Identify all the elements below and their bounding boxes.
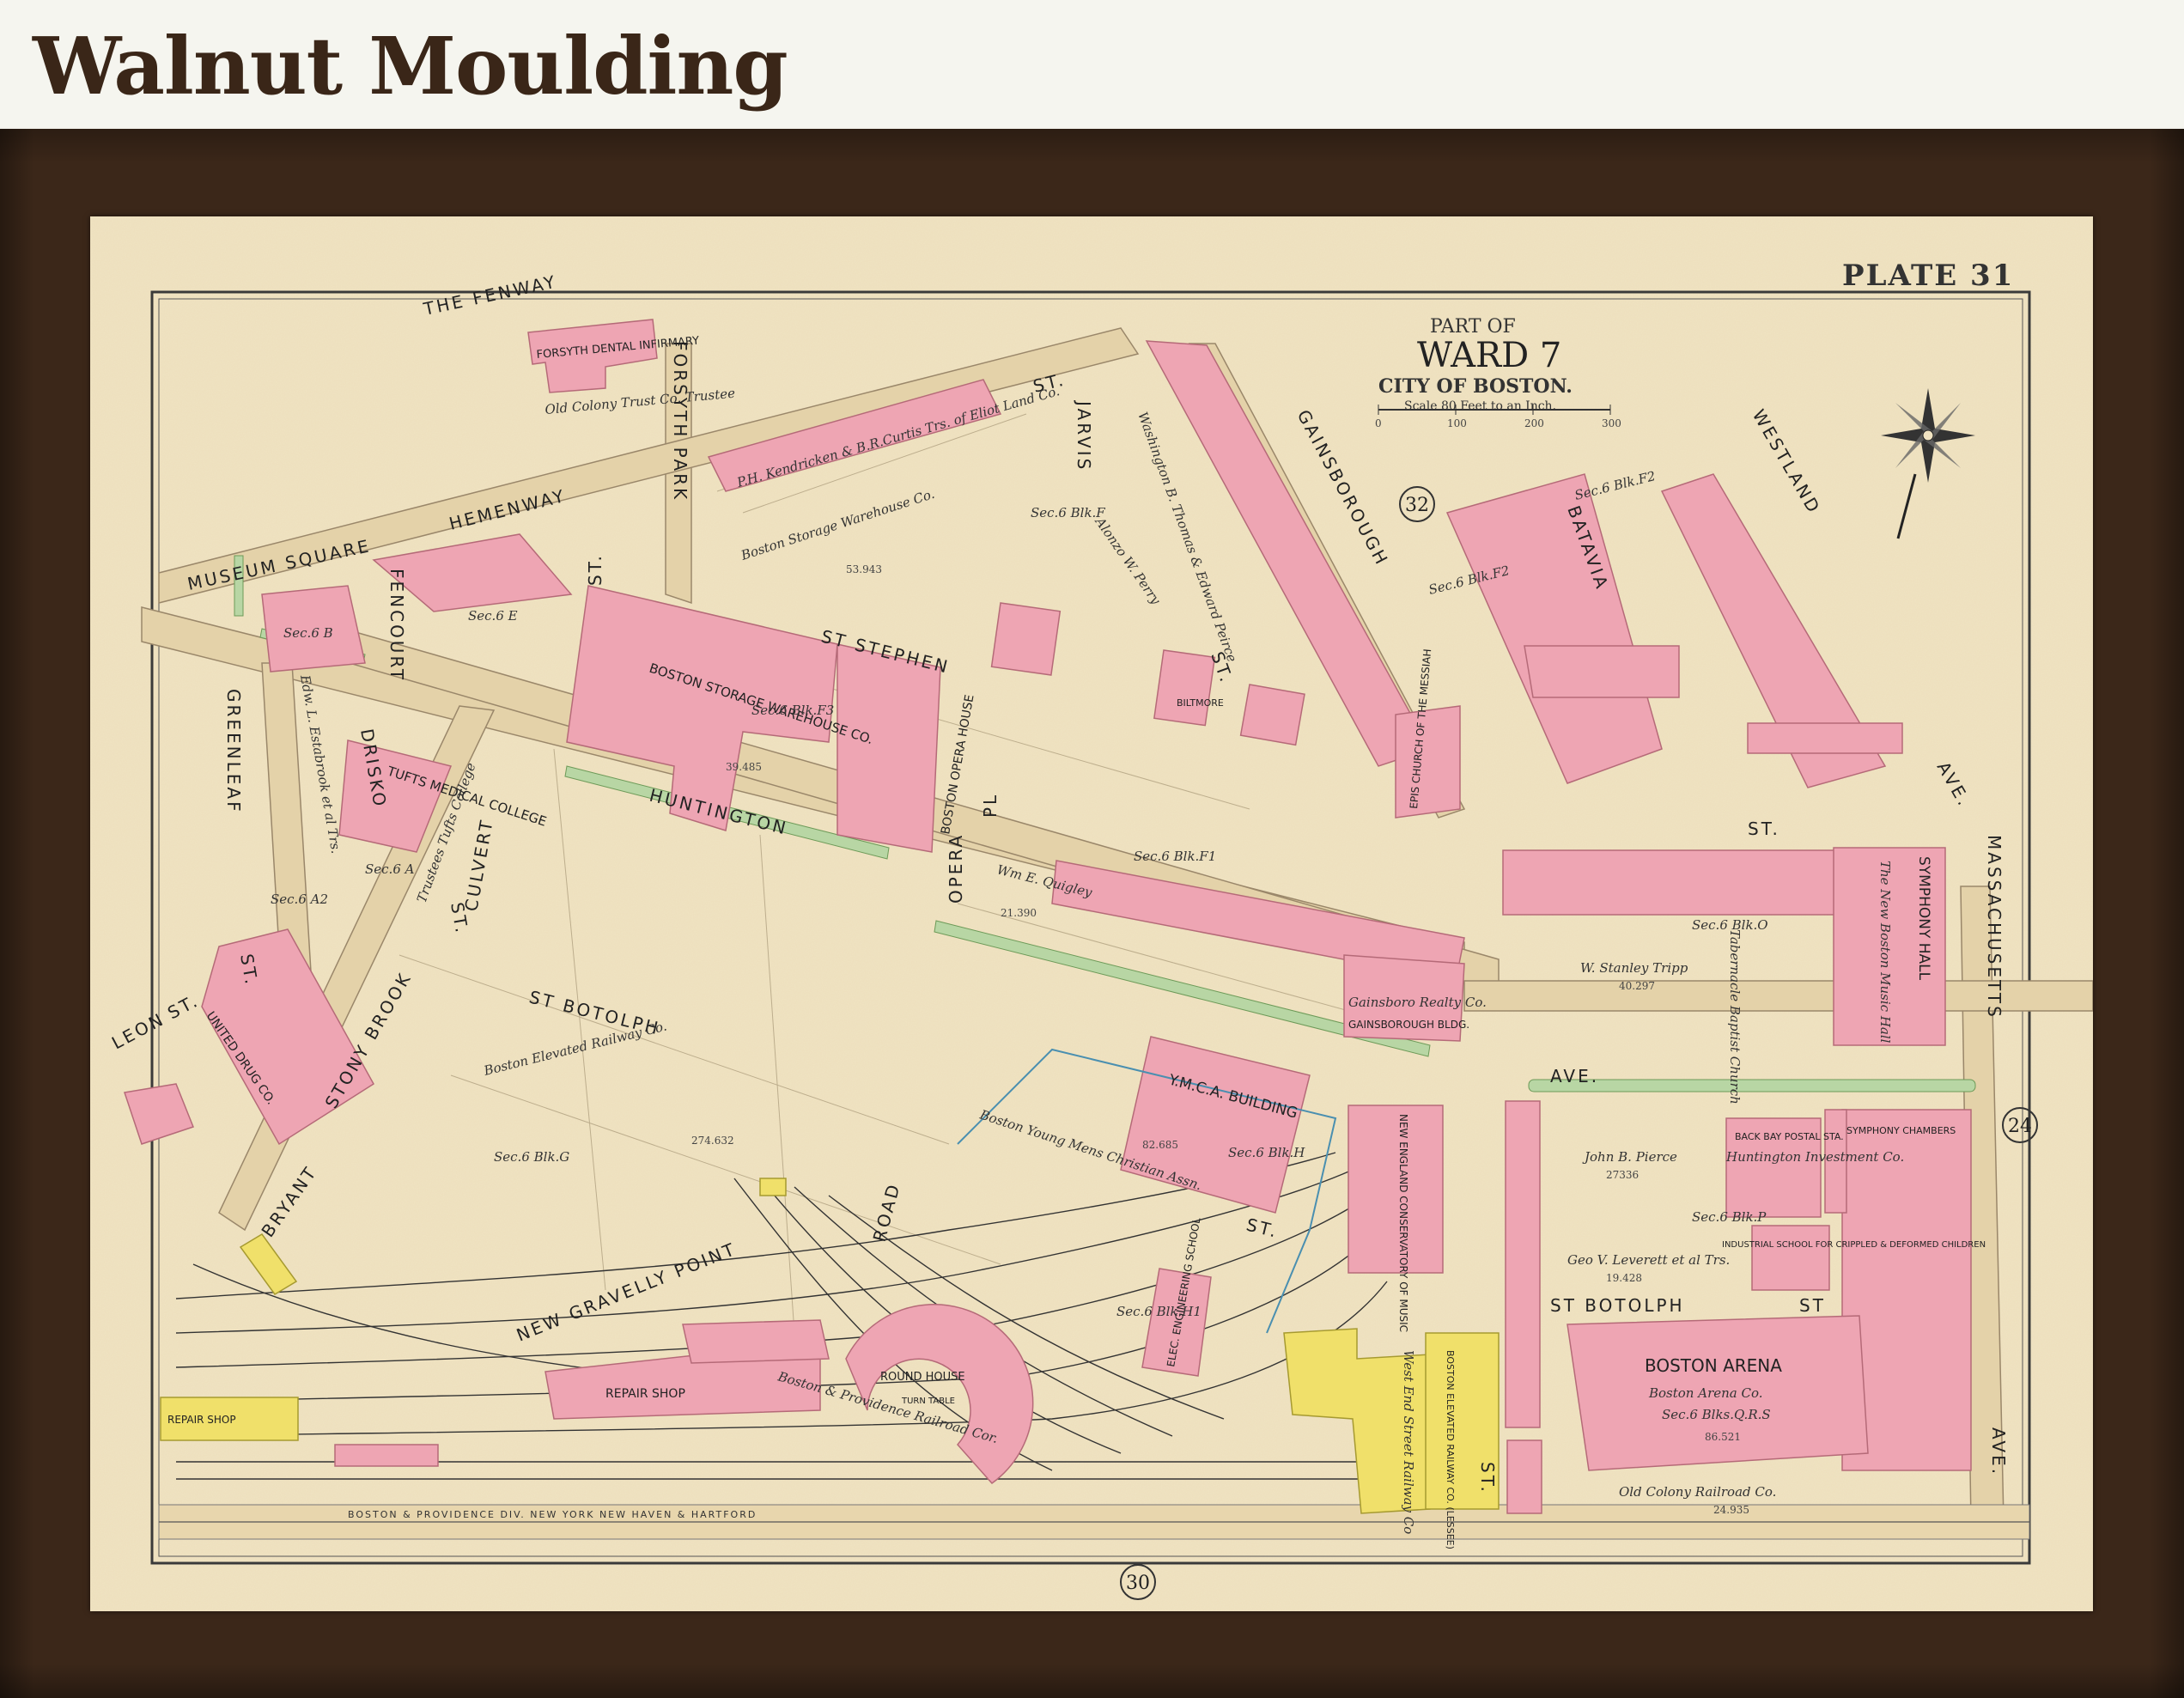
sec-6a2: Sec.6 A2: [271, 892, 328, 907]
title-city: CITY OF BOSTON.: [1378, 375, 1573, 398]
street-pl: PL: [980, 793, 1001, 818]
title-part-of: PART OF: [1430, 316, 1516, 338]
label-symphony-chambers: SYMPHONY CHAMBERS: [1846, 1125, 1956, 1136]
label-industrial-school: INDUSTRIAL SCHOOL FOR CRIPPLED & DEFORME…: [1722, 1240, 1986, 1250]
scale-tick-1: 100: [1447, 417, 1467, 429]
street-st-gains-end: ST.: [1748, 819, 1780, 839]
street-opera: OPERA: [946, 833, 966, 904]
ward-circle-label: 32: [1405, 495, 1429, 516]
street-fencourt: FENCOURT: [386, 569, 407, 682]
plate-number: PLATE 31: [1842, 259, 2014, 293]
scale-tick-3: 300: [1602, 417, 1621, 429]
sec-6h1: Sec.6 Blk.H1: [1116, 1304, 1202, 1319]
sec-6f1: Sec.6 Blk.F1: [1134, 849, 1216, 864]
adjacent-plate-right: 24: [2008, 1116, 2032, 1137]
page-title: Walnut Moulding: [33, 20, 788, 113]
adjacent-plate-bottom: 30: [1126, 1573, 1150, 1594]
label-huntington-investment: Huntington Investment Co.: [1725, 1149, 1904, 1165]
owner-old-colony-rr: Old Colony Railroad Co.: [1619, 1484, 1776, 1500]
sec-6b: Sec.6 B: [283, 625, 333, 641]
label-repair-shop: REPAIR SHOP: [605, 1387, 685, 1401]
label-back-bay-postal: BACK BAY POSTAL STA.: [1735, 1131, 1844, 1142]
sec-6o: Sec.6 Blk.O: [1692, 917, 1768, 933]
label-boston-arena-owner: Boston Arena Co.: [1648, 1385, 1763, 1401]
map-print[interactable]: 0 100 200 300 PLATE 31 PART OF WARD 7 CI…: [90, 216, 2093, 1611]
sec-6g: Sec.6 Blk.G: [494, 1149, 569, 1165]
area-quigley: 21.390: [1001, 907, 1037, 919]
scale-tick-0: 0: [1375, 417, 1382, 429]
sec-6h: Sec.6 Blk.H: [1228, 1145, 1305, 1160]
sec-6f3: Sec.6 Blk.F3: [751, 703, 834, 718]
owner-stanley-tripp: W. Stanley Tripp: [1580, 960, 1688, 976]
scale-text: Scale 80 Feet to an Inch.: [1404, 399, 1556, 413]
label-conservatory: NEW ENGLAND CONSERVATORY OF MUSIC: [1397, 1114, 1409, 1332]
street-forsyth-park: FORSYTH PARK: [670, 341, 690, 502]
street-st-botolph-right: ST BOTOLPH: [1550, 1295, 1685, 1316]
owner-geo-leverett: Geo V. Leverett et al Trs.: [1567, 1252, 1730, 1268]
area-ymca: 82.685: [1142, 1139, 1178, 1151]
area-tripp: 40.297: [1619, 980, 1655, 992]
owner-john-pierce: John B. Pierce: [1582, 1149, 1677, 1165]
area-old-colony: 24.935: [1713, 1504, 1749, 1516]
sec-6qrs: Sec.6 Blks.Q.R.S: [1662, 1407, 1771, 1422]
street-greenleaf: GREENLEAF: [223, 689, 244, 814]
walnut-frame: 0 100 200 300 PLATE 31 PART OF WARD 7 CI…: [0, 129, 2184, 1698]
scale-tick-2: 200: [1524, 417, 1544, 429]
sec-6a: Sec.6 A: [365, 861, 415, 877]
area-leverett: 19.428: [1606, 1272, 1642, 1284]
area-arena: 86.521: [1705, 1431, 1741, 1443]
label-symphony-hall: SYMPHONY HALL: [1915, 856, 1932, 981]
label-round-house: ROUND HOUSE: [880, 1371, 965, 1384]
street-jarvis: JARVIS: [1074, 399, 1094, 472]
page-header: Walnut Moulding: [0, 0, 2184, 127]
label-biltmore: BILTMORE: [1177, 697, 1224, 709]
street-st-botolph-right-st: ST: [1799, 1295, 1826, 1316]
owner-gainsborough-realty: Gainsboro Realty Co.: [1348, 995, 1487, 1010]
area-boston-storage: 53.943: [846, 563, 882, 575]
street-st-1: ST.: [585, 553, 605, 586]
label-boston-arena: BOSTON ARENA: [1645, 1355, 1782, 1376]
label-gainsborough-bldg: GAINSBOROUGH BLDG.: [1348, 1019, 1469, 1031]
street-ave-huntington: AVE.: [1550, 1066, 1599, 1086]
street-ave-mass: AVE.: [1988, 1427, 2009, 1476]
street-st-right-lower: ST.: [1477, 1462, 1498, 1494]
label-west-end-street: West End Street Railway Co: [1401, 1350, 1416, 1534]
area-elevated: 274.632: [691, 1135, 734, 1147]
sec-6p: Sec.6 Blk.P: [1692, 1209, 1767, 1225]
label-new-boston-music-hall: The New Boston Music Hall: [1877, 861, 1893, 1044]
label-repair-shop-left: REPAIR SHOP: [167, 1414, 236, 1426]
sec-6f: Sec.6 Blk.F: [1031, 505, 1105, 520]
label-turn-table: TURN TABLE: [901, 1397, 955, 1406]
railroad-bottom-label: BOSTON & PROVIDENCE DIV. NEW YORK NEW HA…: [348, 1509, 757, 1520]
title-ward: WARD 7: [1417, 336, 1561, 375]
area-storage-wh: 39.485: [726, 761, 762, 773]
map-canvas[interactable]: 0 100 200 300 PLATE 31 PART OF WARD 7 CI…: [90, 216, 2093, 1611]
sec-6e: Sec.6 E: [468, 608, 518, 624]
label-boston-elevated-leased: BOSTON ELEVATED RAILWAY CO. (LESSEE): [1445, 1350, 1456, 1549]
label-tabernacle: Tabernacle Baptist Church: [1727, 929, 1743, 1105]
area-pierce: 27336: [1606, 1169, 1639, 1181]
street-massachusetts: MASSACHUSETTS: [1984, 835, 2005, 1019]
